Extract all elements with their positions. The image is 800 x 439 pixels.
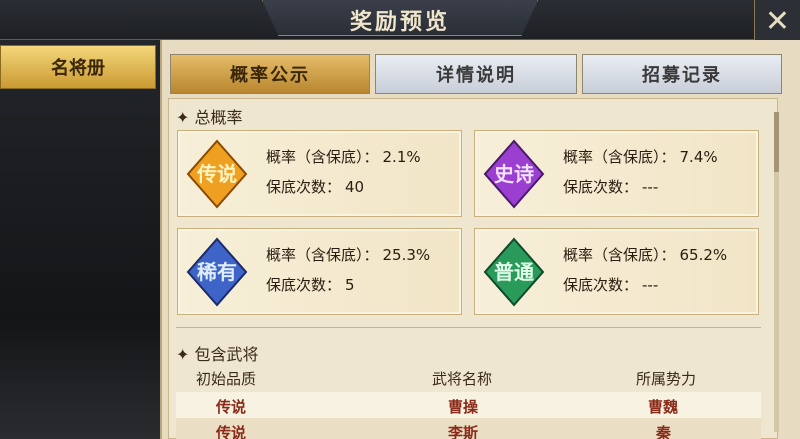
section-generals-label: 包含武将 (194, 345, 259, 364)
badge-text: 稀有 (197, 260, 237, 284)
pity-line: 保底次数： --- (563, 176, 658, 197)
diamond-icon: ✦ (176, 345, 195, 364)
name-cell: 曹操 (448, 398, 479, 416)
badge-text: 普通 (494, 260, 534, 284)
table-row[interactable]: 传说 曹操 曹魏 (176, 392, 761, 418)
tab-details[interactable]: 详情说明 (375, 54, 577, 94)
section-overall: ✦ 总概率 (176, 104, 243, 128)
probability-label: 概率（含保底）： (266, 246, 379, 264)
column-header-faction: 所属势力 (636, 370, 697, 388)
rare-badge-icon: 稀有 (186, 237, 248, 307)
probability-line: 概率（含保底）： 65.2% (563, 244, 727, 265)
pity-label: 保底次数： (266, 276, 342, 294)
pity-line: 保底次数： --- (563, 274, 658, 295)
badge-text: 史诗 (494, 162, 534, 186)
column-header-name: 武将名称 (432, 370, 493, 388)
table-row[interactable]: 传说 李斯 秦 (176, 418, 761, 439)
legendary-badge-icon: 传说 (186, 139, 248, 209)
probability-label: 概率（含保底）： (266, 148, 379, 166)
probability-value: 2.1% (382, 148, 421, 166)
badge-text: 传说 (196, 162, 237, 186)
epic-badge-icon: 史诗 (483, 139, 545, 209)
pity-value: 40 (345, 178, 365, 196)
pity-label: 保底次数： (563, 178, 639, 196)
probability-line: 概率（含保底）： 25.3% (266, 244, 430, 265)
quality-cell: 传说 (216, 424, 247, 439)
pity-value: 5 (345, 276, 355, 294)
quality-cell: 传说 (216, 398, 247, 416)
probability-label: 概率（含保底）： (563, 148, 676, 166)
close-button[interactable]: ✕ (754, 0, 800, 44)
name-cell: 李斯 (448, 424, 479, 439)
page-title: 奖励预览 (349, 9, 450, 35)
probability-label: 概率（含保底）： (563, 246, 676, 264)
section-overall-label: 总概率 (194, 108, 243, 127)
probability-line: 概率（含保底）： 7.4% (563, 146, 718, 167)
pity-label: 保底次数： (563, 276, 639, 294)
diamond-icon: ✦ (176, 108, 195, 127)
tab-recruit-log[interactable]: 招募记录 (582, 54, 782, 94)
sidebar (0, 40, 160, 439)
section-divider (176, 327, 761, 328)
probability-value: 7.4% (679, 148, 718, 166)
scrollbar-thumb[interactable] (774, 112, 779, 172)
rarity-card-rare: 稀有 概率（含保底）： 25.3% 保底次数： 5 (177, 228, 462, 315)
pity-label: 保底次数： (266, 178, 342, 196)
pity-line: 保底次数： 40 (266, 176, 364, 197)
probability-line: 概率（含保底）： 2.1% (266, 146, 421, 167)
sidebar-item-general-book[interactable]: 名将册 (0, 45, 156, 89)
column-header-quality: 初始品质 (196, 370, 257, 388)
faction-cell: 秦 (656, 424, 672, 439)
probability-value: 25.3% (382, 246, 431, 264)
faction-cell: 曹魏 (648, 398, 679, 416)
rarity-card-common: 普通 概率（含保底）： 65.2% 保底次数： --- (474, 228, 759, 315)
tab-probability[interactable]: 概率公示 (170, 54, 370, 94)
rarity-card-epic: 史诗 概率（含保底）： 7.4% 保底次数： --- (474, 130, 759, 217)
pity-line: 保底次数： 5 (266, 274, 355, 295)
close-icon[interactable]: ✕ (765, 6, 790, 37)
common-badge-icon: 普通 (483, 237, 545, 307)
pity-value: --- (642, 178, 659, 196)
pity-value: --- (642, 276, 659, 294)
probability-value: 65.2% (679, 246, 728, 264)
rarity-card-legendary: 传说 概率（含保底）： 2.1% 保底次数： 40 (177, 130, 462, 217)
section-generals: ✦ 包含武将 (176, 341, 259, 365)
